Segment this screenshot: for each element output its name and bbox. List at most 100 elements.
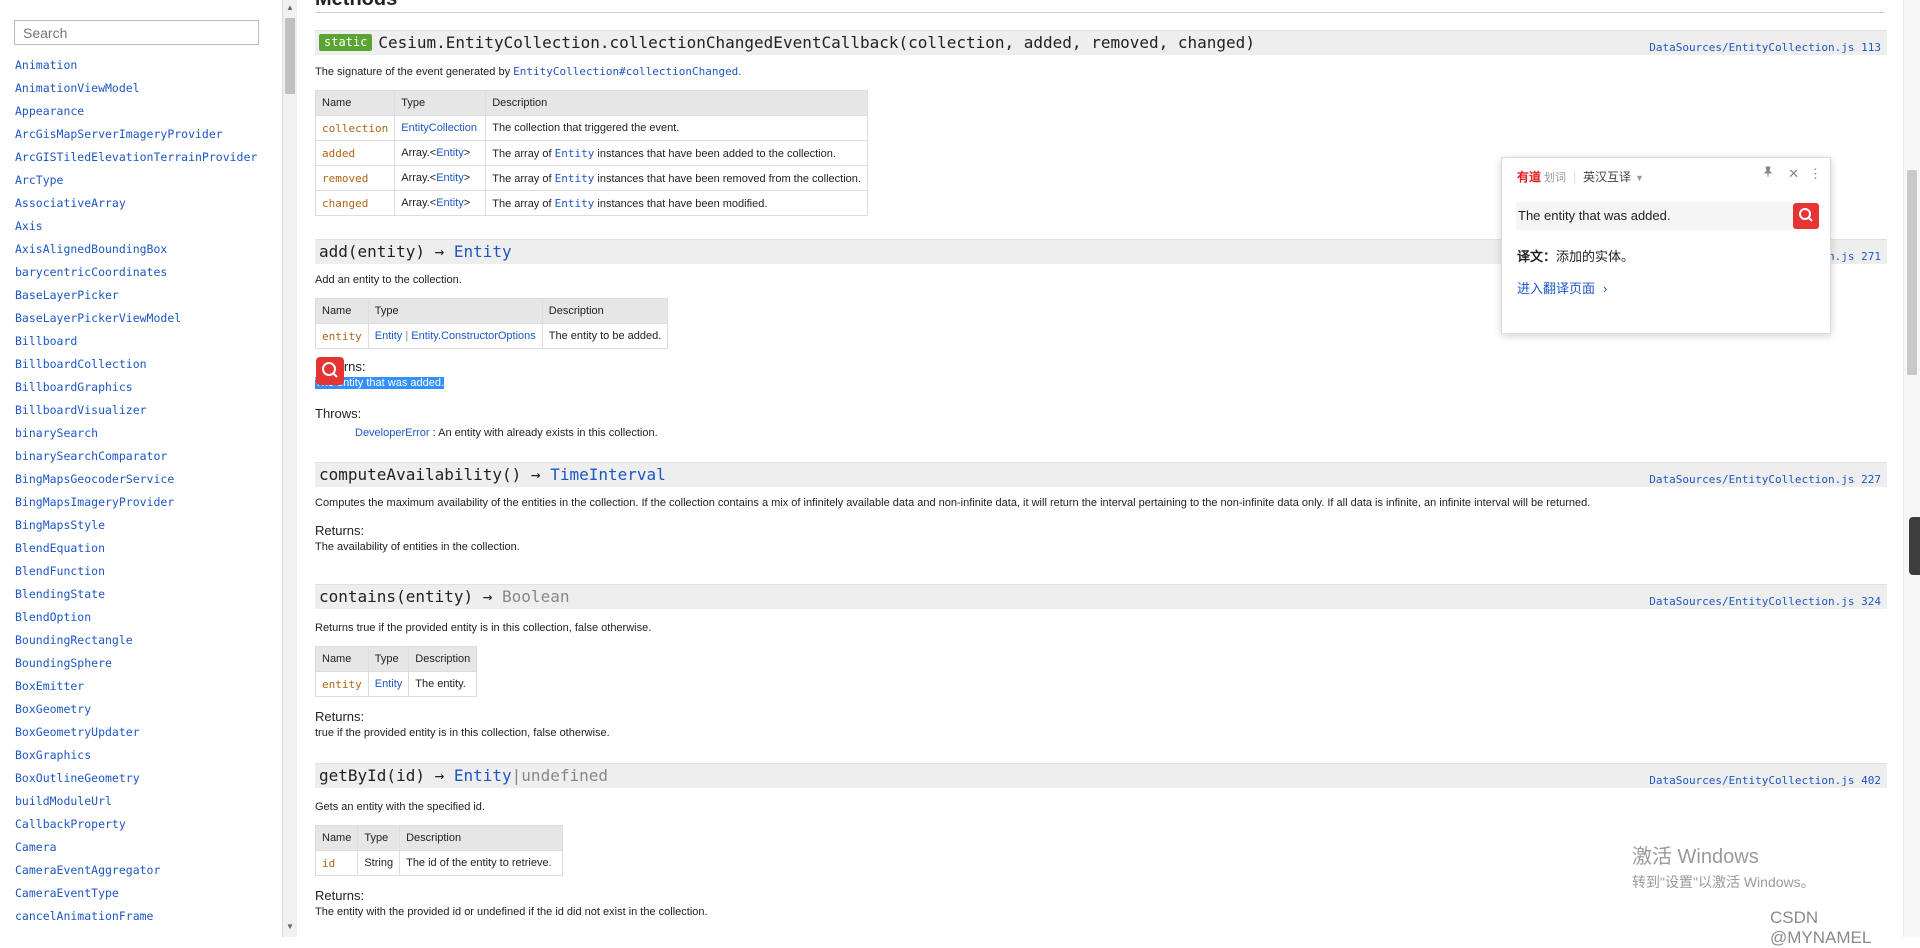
sidebar-item[interactable]: Animation <box>15 56 257 79</box>
sidebar-item[interactable]: Axis <box>15 217 257 240</box>
sidebar-item[interactable]: AnimationViewModel <box>15 79 257 102</box>
type-link[interactable]: Entity <box>436 197 464 209</box>
sidebar-item[interactable]: binarySearch <box>15 424 257 447</box>
static-badge: static <box>319 34 373 51</box>
sidebar-item[interactable]: barycentricCoordinates <box>15 263 257 286</box>
mode-select[interactable]: 英汉互译 <box>1583 170 1631 184</box>
returns-label: Returns: <box>315 523 365 538</box>
translation-label: 译文： <box>1517 249 1557 264</box>
return-separator: | <box>511 766 522 785</box>
sidebar-item[interactable]: BaseLayerPicker <box>15 286 257 309</box>
table-row: entity Entity The entity. <box>315 671 478 697</box>
sidebar-item[interactable]: CameraEventAggregator <box>15 861 257 884</box>
param-desc: The array of Entity instances that have … <box>485 140 868 166</box>
entity-link[interactable]: Entity <box>555 172 595 185</box>
sidebar: AnimationAnimationViewModelAppearanceArc… <box>0 0 283 937</box>
page-scrollbar[interactable] <box>1903 0 1920 937</box>
desc-link[interactable]: EntityCollection#collectionChanged <box>513 65 738 78</box>
throws-item: DeveloperError : An entity with already … <box>355 427 1887 439</box>
watermark-line: 转到"设置"以激活 Windows。 <box>1632 874 1815 890</box>
sidebar-item[interactable]: BingMapsImageryProvider <box>15 493 257 516</box>
search-input[interactable] <box>14 20 259 45</box>
main-content: Methods static Cesium.EntityCollection.co… <box>297 0 1903 937</box>
section-divider <box>315 12 1885 13</box>
sidebar-item[interactable]: BoxEmitter <box>15 677 257 700</box>
sidebar-item[interactable]: BlendEquation <box>15 539 257 562</box>
sidebar-item[interactable]: AssociativeArray <box>15 194 257 217</box>
method-signature: computeAvailability() → TimeInterval Dat… <box>315 462 1887 487</box>
sidebar-item[interactable]: binarySearchComparator <box>15 447 257 470</box>
sidebar-item[interactable]: Billboard <box>15 332 257 355</box>
sidebar-item[interactable]: BingMapsStyle <box>15 516 257 539</box>
pin-icon[interactable] <box>1762 166 1778 181</box>
sidebar-item[interactable]: BillboardCollection <box>15 355 257 378</box>
sidebar-item[interactable]: CameraEventType <box>15 884 257 907</box>
scroll-down-arrow-icon[interactable]: ▼ <box>286 922 294 931</box>
array-suffix: > <box>463 147 471 159</box>
windows-activation-watermark: 激活 Windows 转到"设置"以激活 Windows。 <box>1632 840 1815 892</box>
sidebar-item[interactable]: BlendOption <box>15 608 257 631</box>
sidebar-item[interactable]: ArcType <box>15 171 257 194</box>
sidebar-item[interactable]: BingMapsGeocoderService <box>15 470 257 493</box>
sidebar-item[interactable]: BoxOutlineGeometry <box>15 769 257 792</box>
source-link[interactable]: DataSources/EntityCollection.js 324 <box>1649 595 1881 608</box>
type-link[interactable]: Entity <box>436 172 464 184</box>
source-link[interactable]: DataSources/EntityCollection.js 113 <box>1649 41 1881 54</box>
return-type-link[interactable]: Entity <box>454 766 512 785</box>
sidebar-item[interactable]: BaseLayerPickerViewModel <box>15 309 257 332</box>
sidebar-item[interactable]: BoundingSphere <box>15 654 257 677</box>
type-link[interactable]: EntityCollection <box>401 122 477 134</box>
param-type: String <box>357 850 401 876</box>
param-desc: The id of the entity to retrieve. <box>399 850 564 876</box>
sidebar-item[interactable]: BoundingRectangle <box>15 631 257 654</box>
return-type-link[interactable]: Entity <box>454 242 512 261</box>
source-link[interactable]: DataSources/EntityCollection.js 227 <box>1649 473 1881 486</box>
entity-link[interactable]: Entity <box>555 197 595 210</box>
array-suffix: > <box>463 172 471 184</box>
youdao-logo-sub: 划词 <box>1544 172 1567 184</box>
type-link[interactable]: Entity <box>436 147 464 159</box>
sidebar-item[interactable]: AxisAlignedBoundingBox <box>15 240 257 263</box>
side-widget-handle[interactable] <box>1909 517 1920 575</box>
query-field[interactable]: The entity that was added. <box>1516 202 1793 230</box>
type-link[interactable]: Entity.ConstructorOptions <box>411 330 536 342</box>
sidebar-item[interactable]: CallbackProperty <box>15 815 257 838</box>
sidebar-item[interactable]: ArcGisMapServerImageryProvider <box>15 125 257 148</box>
open-translate-page-link[interactable]: 进入翻译页面 › <box>1517 278 1607 297</box>
sidebar-item[interactable]: BoxGraphics <box>15 746 257 769</box>
returns-value: The entity with the provided id or undef… <box>315 906 708 918</box>
desc-text: . <box>738 66 742 78</box>
sidebar-item[interactable]: BoxGeometry <box>15 700 257 723</box>
throws-type-link[interactable]: DeveloperError <box>355 427 430 439</box>
sidebar-item[interactable]: buildModuleUrl <box>15 792 257 815</box>
sidebar-item[interactable]: BlendingState <box>15 585 257 608</box>
sidebar-item[interactable]: Appearance <box>15 102 257 125</box>
type-link[interactable]: Entity <box>375 678 403 690</box>
sidebar-item[interactable]: BlendFunction <box>15 562 257 585</box>
col-name-header: Name <box>314 825 359 851</box>
sidebar-item[interactable]: BillboardGraphics <box>15 378 257 401</box>
search-button[interactable] <box>1793 203 1819 229</box>
page-scroll-thumb[interactable] <box>1907 170 1917 375</box>
chevron-down-icon[interactable]: ▼ <box>1635 173 1644 183</box>
sidebar-item[interactable]: BoxGeometryUpdater <box>15 723 257 746</box>
source-link[interactable]: DataSources/EntityCollection.js 402 <box>1649 774 1881 787</box>
scroll-up-arrow-icon[interactable]: ▲ <box>286 3 294 12</box>
sidebar-scrollbar[interactable]: ▲ ▼ <box>283 0 297 937</box>
sidebar-item[interactable]: Camera <box>15 838 257 861</box>
youdao-translate-icon[interactable] <box>316 357 344 385</box>
sidebar-scroll-thumb[interactable] <box>285 18 295 94</box>
close-icon[interactable]: ✕ <box>1788 166 1799 181</box>
method-signature: getById(id) → Entity|undefined DataSourc… <box>315 763 1887 788</box>
sidebar-item[interactable]: cancelAnimationFrame <box>15 907 257 930</box>
watermark-line: 激活 Windows <box>1632 846 1759 868</box>
col-name-header: Name <box>315 298 369 324</box>
return-type-link[interactable]: TimeInterval <box>550 465 666 484</box>
desc-text: The signature of the event generated by <box>315 66 514 78</box>
entity-link[interactable]: Entity <box>555 147 595 160</box>
type-link[interactable]: Entity <box>375 330 403 342</box>
sidebar-item[interactable]: BillboardVisualizer <box>15 401 257 424</box>
col-desc-header: Description <box>408 646 478 672</box>
more-icon[interactable]: ⋮ <box>1809 166 1822 181</box>
sidebar-item[interactable]: ArcGISTiledElevationTerrainProvider <box>15 148 257 171</box>
